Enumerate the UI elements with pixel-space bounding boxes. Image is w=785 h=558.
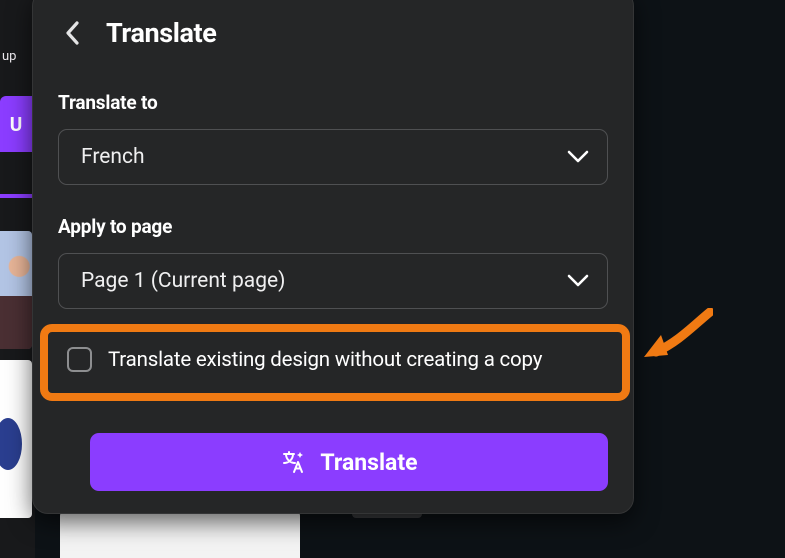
translate-to-label: Translate to — [58, 91, 608, 114]
language-select-value: French — [81, 145, 145, 169]
active-tab-indicator — [0, 194, 32, 198]
annotation-arrow-icon — [638, 308, 713, 368]
chevron-down-icon — [567, 150, 589, 164]
toolbar-text-fragment: up — [0, 38, 32, 74]
chevron-down-icon — [567, 274, 589, 288]
page-preview-card[interactable] — [60, 510, 300, 558]
media-thumbnail-2[interactable] — [0, 360, 32, 518]
language-select[interactable]: French — [58, 129, 608, 185]
translate-button[interactable]: Translate — [90, 433, 608, 491]
page-select-value: Page 1 (Current page) — [81, 269, 285, 293]
apply-to-section: Apply to page Page 1 (Current page) — [58, 215, 608, 309]
overwrite-checkbox-label: Translate existing design without creati… — [108, 348, 542, 372]
overwrite-checkbox-row[interactable]: Translate existing design without creati… — [58, 344, 608, 375]
page-preview-strip — [60, 510, 785, 558]
translate-panel: Translate Translate to French Apply to p… — [32, 0, 634, 514]
translate-button-label: Translate — [320, 449, 417, 476]
apply-to-label: Apply to page — [58, 215, 608, 238]
media-thumbnail-1[interactable] — [0, 231, 32, 349]
panel-header: Translate — [58, 0, 608, 61]
chevron-left-icon — [65, 20, 81, 46]
upload-button-fragment[interactable]: U — [0, 96, 32, 152]
translate-icon — [280, 449, 306, 475]
left-sidebar-stub: up U — [0, 0, 35, 558]
page-select[interactable]: Page 1 (Current page) — [58, 253, 608, 309]
back-button[interactable] — [58, 18, 88, 48]
panel-title: Translate — [106, 17, 216, 49]
translate-to-section: Translate to French — [58, 91, 608, 185]
overwrite-checkbox[interactable] — [67, 347, 92, 372]
